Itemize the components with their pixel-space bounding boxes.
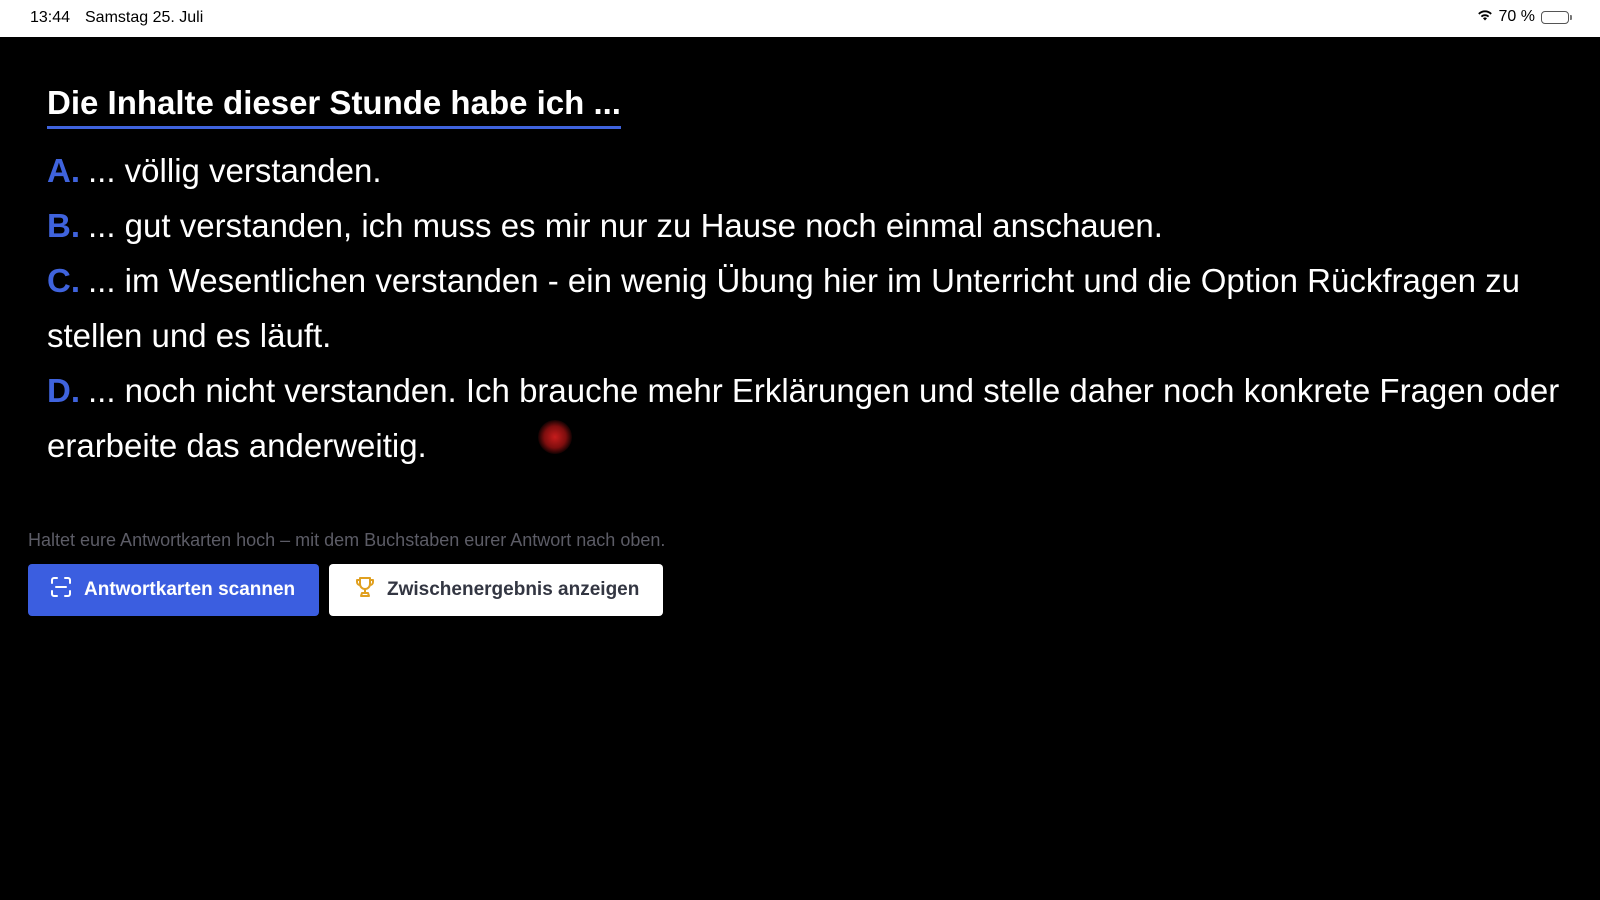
show-interim-result-button[interactable]: Zwischenergebnis anzeigen [329, 564, 663, 616]
wifi-icon [1477, 8, 1493, 26]
option-b: B.... gut verstanden, ich muss es mir nu… [47, 198, 1567, 253]
battery-icon [1541, 10, 1572, 24]
scan-cards-label: Antwortkarten scannen [84, 579, 296, 600]
status-bar: 13:44 Samstag 25. Juli 70 % [0, 0, 1600, 37]
show-interim-result-label: Zwischenergebnis anzeigen [387, 579, 640, 600]
option-letter: D. [47, 372, 80, 409]
scan-cards-button[interactable]: Antwortkarten scannen [28, 564, 319, 616]
trophy-icon [353, 575, 377, 605]
status-right-group: 70 % [1477, 8, 1572, 26]
status-time: 13:44 [30, 9, 71, 26]
option-text: ... noch nicht verstanden. Ich brauche m… [47, 372, 1560, 464]
battery-percentage: 70 % [1498, 8, 1535, 25]
option-text: ... völlig verstanden. [88, 152, 382, 189]
option-letter: B. [47, 207, 80, 244]
scan-frame-icon [50, 576, 72, 604]
status-date: Samstag 25. Juli [85, 9, 204, 26]
option-letter: C. [47, 262, 80, 299]
question-title: Die Inhalte dieser Stunde habe ich ... [47, 82, 621, 129]
question-panel: Die Inhalte dieser Stunde habe ich ... A… [47, 82, 1567, 473]
option-text: ... gut verstanden, ich muss es mir nur … [88, 207, 1163, 244]
option-letter: A. [47, 152, 80, 189]
hint-text: Haltet eure Antwortkarten hoch – mit dem… [28, 530, 666, 550]
option-c: C.... im Wesentlichen verstanden - ein w… [47, 253, 1567, 363]
option-a: A.... völlig verstanden. [47, 143, 1567, 198]
option-text: ... im Wesentlichen verstanden - ein wen… [47, 262, 1520, 354]
option-d: D.... noch nicht verstanden. Ich brauche… [47, 363, 1567, 473]
answer-options: A.... völlig verstanden. B.... gut verst… [47, 143, 1567, 473]
